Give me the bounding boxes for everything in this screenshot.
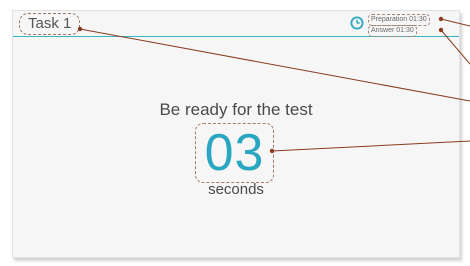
clock-icon: [350, 16, 364, 30]
answer-timer: Answer 01:30: [368, 25, 417, 37]
countdown-unit: seconds: [208, 181, 264, 198]
countdown-value: 03: [204, 124, 265, 182]
task-title: Task 1: [19, 13, 81, 35]
countdown-counter: 03: [195, 123, 274, 183]
test-screen: Task 1 Preparation 01:30 Answer 01:30 Be…: [12, 10, 460, 258]
ready-prompt: Be ready for the test: [159, 100, 313, 119]
annotated-screenshot: Task 1 Preparation 01:30 Answer 01:30 Be…: [0, 0, 470, 266]
